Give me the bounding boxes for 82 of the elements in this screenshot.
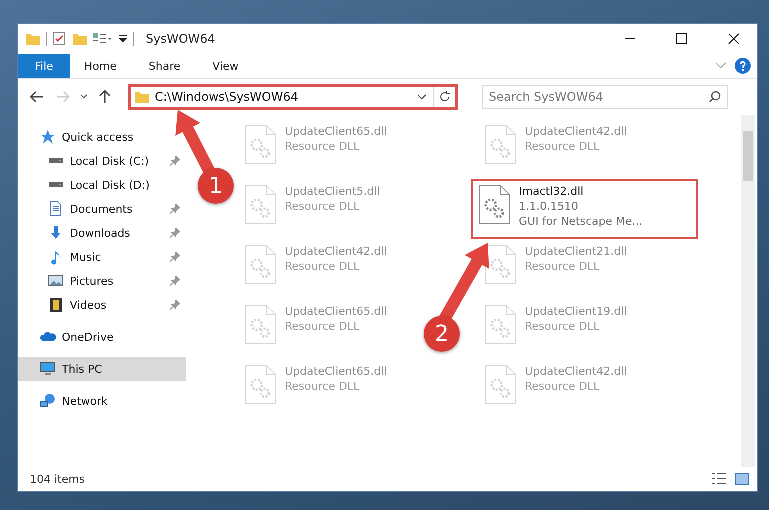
nav-item[interactable]: Videos bbox=[18, 293, 186, 317]
file-detail: Resource DLL bbox=[285, 320, 361, 333]
caret-icon bbox=[80, 94, 88, 100]
gear-file-icon bbox=[245, 185, 277, 225]
nav-item[interactable]: Pictures bbox=[18, 269, 186, 293]
file-name: UpdateClient65.dll bbox=[285, 365, 388, 378]
file-detail: Resource DLL bbox=[285, 200, 361, 213]
nav-item[interactable]: Quick access bbox=[18, 125, 186, 149]
step-badge: 2 bbox=[424, 316, 460, 352]
file-detail: Resource DLL bbox=[285, 380, 361, 393]
file-tab[interactable]: File bbox=[18, 54, 70, 78]
address-bar[interactable]: C:\Windows\SysWOW64 bbox=[128, 84, 458, 110]
forward-arrow-icon bbox=[56, 91, 70, 103]
file-name: UpdateClient19.dll bbox=[525, 305, 628, 318]
ribbon-tab[interactable]: Home bbox=[70, 54, 131, 78]
gear-file-icon bbox=[479, 185, 511, 225]
file-name: UpdateClient65.dll bbox=[285, 305, 388, 318]
close-icon bbox=[728, 33, 740, 45]
dropdown-icon[interactable] bbox=[417, 94, 427, 100]
file-detail: Resource DLL bbox=[525, 260, 601, 273]
layout-icon[interactable] bbox=[93, 33, 113, 45]
gear-file-icon bbox=[485, 365, 517, 405]
window-title: SysWOW64 bbox=[146, 32, 216, 46]
file-detail: 1.1.0.1510 bbox=[519, 200, 580, 213]
gear-file-icon bbox=[245, 245, 277, 285]
file-detail: Resource DLL bbox=[525, 320, 601, 333]
step-badge: 1 bbox=[198, 168, 234, 204]
nav-item[interactable]: Local Disk (C:) bbox=[18, 149, 186, 173]
document-icon bbox=[48, 201, 64, 217]
dropdown-icon[interactable] bbox=[119, 35, 127, 43]
file-name: UpdateClient21.dll bbox=[525, 245, 628, 258]
up-arrow-icon bbox=[99, 90, 111, 104]
folder-icon bbox=[26, 33, 40, 45]
file-name: UpdateClient42.dll bbox=[525, 125, 628, 138]
file-name: UpdateClient42.dll bbox=[285, 245, 388, 258]
nav-item[interactable]: Local Disk (D:) bbox=[18, 173, 186, 197]
file-detail: Resource DLL bbox=[525, 140, 601, 153]
nav-item[interactable]: This PC bbox=[18, 357, 186, 381]
network-icon bbox=[40, 393, 56, 409]
nav-item[interactable]: Downloads bbox=[18, 221, 186, 245]
gear-file-icon bbox=[245, 305, 277, 345]
nav-item[interactable]: Documents bbox=[18, 197, 186, 221]
gear-file-icon bbox=[485, 245, 517, 285]
download-icon bbox=[48, 225, 64, 241]
gear-file-icon bbox=[245, 125, 277, 165]
gear-file-icon bbox=[485, 305, 517, 345]
file-name: UpdateClient65.dll bbox=[285, 125, 388, 138]
properties-icon[interactable] bbox=[53, 32, 67, 46]
refresh-icon bbox=[438, 91, 450, 103]
nav-item[interactable]: OneDrive bbox=[18, 325, 186, 349]
file-name: UpdateClient42.dll bbox=[525, 365, 628, 378]
scrollbar[interactable] bbox=[741, 115, 755, 467]
star-icon bbox=[40, 129, 56, 145]
file-name: UpdateClient5.dll bbox=[285, 185, 380, 198]
drive-icon bbox=[48, 182, 64, 188]
item-count: 104 items bbox=[30, 472, 86, 486]
file-detail: Resource DLL bbox=[525, 380, 601, 393]
gear-file-icon bbox=[245, 365, 277, 405]
file-detail: Resource DLL bbox=[285, 260, 361, 273]
folder-icon bbox=[135, 91, 149, 103]
search-icon bbox=[709, 91, 721, 103]
nav-item[interactable]: Music bbox=[18, 245, 186, 269]
details-view-icon[interactable] bbox=[711, 473, 727, 485]
nav-item[interactable]: Network bbox=[18, 389, 186, 413]
file-detail: GUI for Netscape Me... bbox=[519, 215, 643, 228]
address-path: C:\Windows\SysWOW64 bbox=[155, 90, 300, 104]
ribbon-tab[interactable]: Share bbox=[134, 54, 195, 78]
monitor-icon bbox=[40, 361, 56, 377]
file-item[interactable]: Imactl32.dll 1.1.0.1510 GUI for Netscape Me... bbox=[471, 179, 698, 239]
search-field[interactable]: Search SysWOW64 bbox=[482, 85, 728, 109]
ribbon-tab[interactable]: View bbox=[198, 54, 253, 78]
pictures-icon bbox=[48, 273, 64, 289]
film-icon bbox=[48, 297, 64, 313]
file-name: Imactl32.dll bbox=[519, 185, 585, 198]
file-detail: Resource DLL bbox=[285, 140, 361, 153]
drive-icon bbox=[48, 158, 64, 164]
maximize-icon bbox=[676, 33, 688, 45]
minimize-icon bbox=[624, 38, 636, 40]
gear-file-icon bbox=[485, 125, 517, 165]
help-icon[interactable] bbox=[735, 58, 751, 74]
large-icons-view-icon[interactable] bbox=[735, 473, 749, 485]
back-arrow-icon bbox=[30, 91, 44, 103]
